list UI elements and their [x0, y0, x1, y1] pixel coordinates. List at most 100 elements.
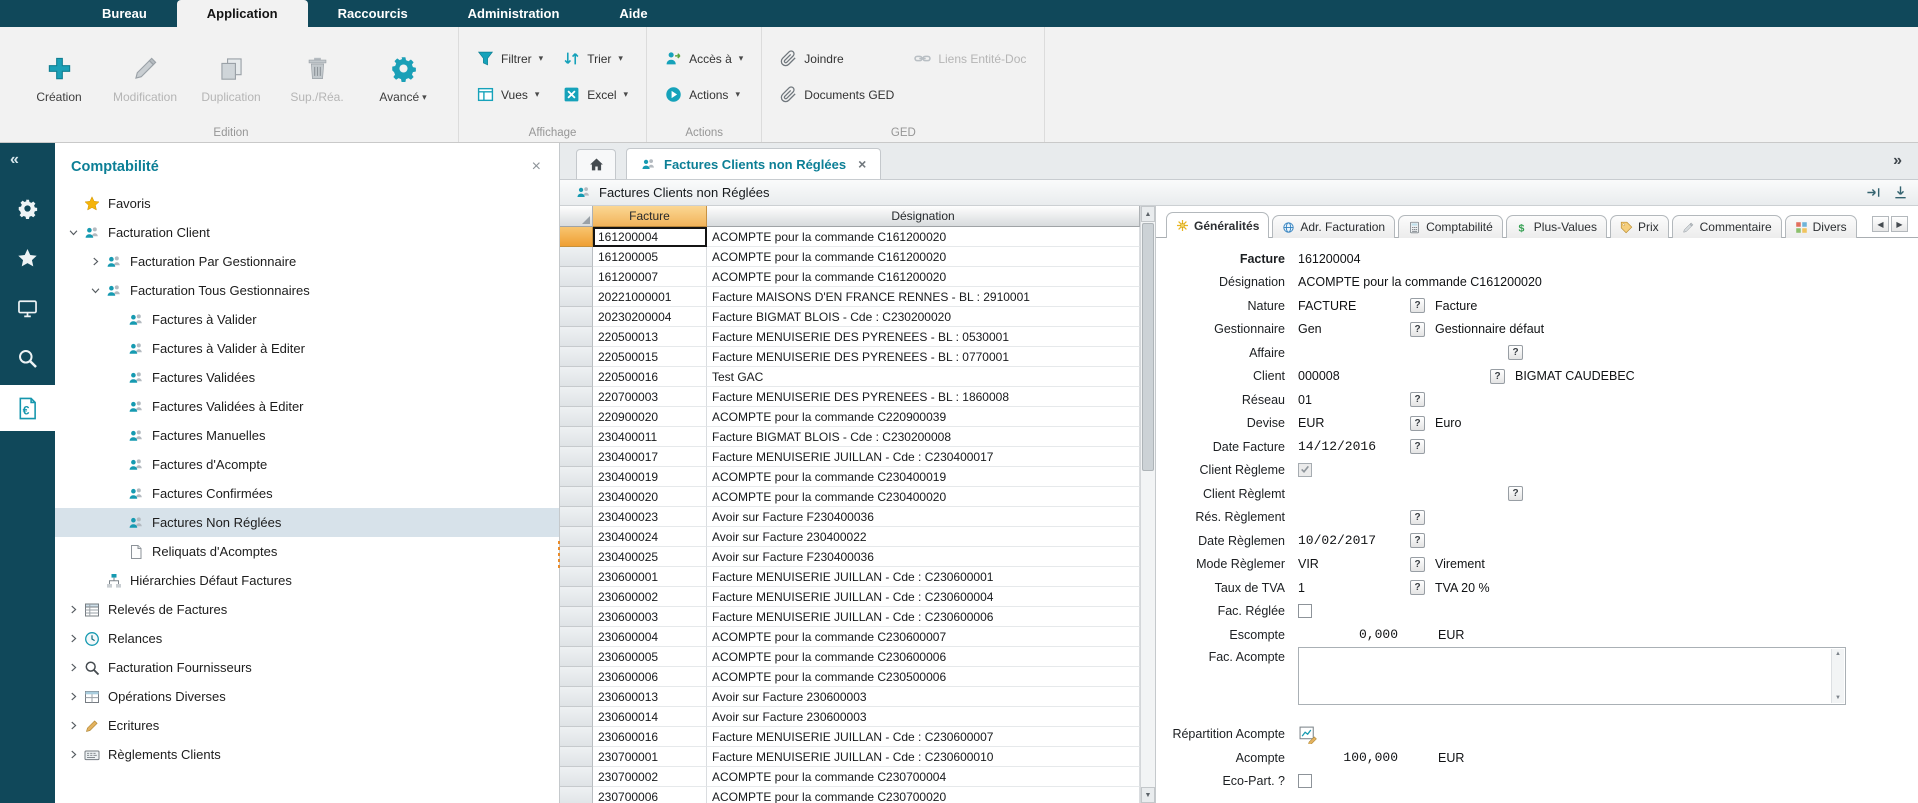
- table-row[interactable]: 230600013Avoir sur Facture 230600003: [560, 687, 1140, 707]
- facture-cell[interactable]: 230400020: [593, 487, 707, 507]
- table-row[interactable]: 230600014Avoir sur Facture 230600003: [560, 707, 1140, 727]
- designation-cell[interactable]: ACOMPTE pour la commande C230600007: [707, 627, 1140, 647]
- field-value[interactable]: 0,000: [1298, 627, 1398, 642]
- row-header-cell[interactable]: [560, 267, 593, 287]
- help-button[interactable]: ?: [1410, 533, 1425, 548]
- table-row[interactable]: 220700003Facture MENUISERIE DES PYRENEES…: [560, 387, 1140, 407]
- designation-cell[interactable]: ACOMPTE pour la commande C230400020: [707, 487, 1140, 507]
- table-row[interactable]: 220500016Test GAC: [560, 367, 1140, 387]
- designation-cell[interactable]: ACOMPTE pour la commande C161200020: [707, 267, 1140, 287]
- documents-ged-button[interactable]: Documents GED: [780, 84, 894, 106]
- row-header-cell[interactable]: [560, 547, 593, 567]
- table-row[interactable]: 230600002Facture MENUISERIE JUILLAN - Cd…: [560, 587, 1140, 607]
- table-row[interactable]: 220500013Facture MENUISERIE DES PYRENEES…: [560, 327, 1140, 347]
- row-header-cell[interactable]: [560, 507, 593, 527]
- row-header-cell[interactable]: [560, 447, 593, 467]
- duplication-button[interactable]: Duplication: [188, 49, 274, 104]
- table-row[interactable]: 230600016Facture MENUISERIE JUILLAN - Cd…: [560, 727, 1140, 747]
- tab-prix[interactable]: Prix: [1610, 215, 1669, 238]
- designation-cell[interactable]: ACOMPTE pour la commande C161200020: [707, 247, 1140, 267]
- excel-button[interactable]: Excel▾: [563, 84, 628, 106]
- designation-cell[interactable]: Facture MENUISERIE JUILLAN - Cde : C2306…: [707, 607, 1140, 627]
- help-button[interactable]: ?: [1410, 416, 1425, 431]
- favorites-button[interactable]: [0, 235, 55, 281]
- trier-button[interactable]: Trier▾: [563, 48, 628, 70]
- table-row[interactable]: 230700006ACOMPTE pour la commande C23070…: [560, 787, 1140, 803]
- tab-comptabilite[interactable]: Comptabilité: [1398, 215, 1503, 238]
- facture-cell[interactable]: 230600004: [593, 627, 707, 647]
- joindre-button[interactable]: Joindre: [780, 48, 894, 70]
- row-header-cell[interactable]: [560, 467, 593, 487]
- facture-cell[interactable]: 230700001: [593, 747, 707, 767]
- search-button[interactable]: [0, 335, 55, 381]
- tab-divers[interactable]: Divers: [1785, 215, 1857, 238]
- vues-button[interactable]: Vues▾: [477, 84, 543, 106]
- facture-cell[interactable]: 230400017: [593, 447, 707, 467]
- table-row[interactable]: 230400019ACOMPTE pour la commande C23040…: [560, 467, 1140, 487]
- designation-cell[interactable]: Facture MENUISERIE DES PYRENEES - BL : 0…: [707, 347, 1140, 367]
- liens-entite-doc-button[interactable]: Liens Entité-Doc: [914, 48, 1026, 70]
- help-button[interactable]: ?: [1410, 439, 1425, 454]
- designation-cell[interactable]: Facture BIGMAT BLOIS - Cde : C230200008: [707, 427, 1140, 447]
- sidebar-item-factures-non-reglees[interactable]: Factures Non Réglées: [55, 508, 559, 537]
- scrollbar-track[interactable]: [1141, 222, 1155, 787]
- facture-cell[interactable]: 20230200004: [593, 307, 707, 327]
- table-row[interactable]: 20230200004Facture BIGMAT BLOIS - Cde : …: [560, 307, 1140, 327]
- field-value[interactable]: EUR: [1298, 416, 1398, 430]
- facture-cell[interactable]: 230600013: [593, 687, 707, 707]
- scrollbar-thumb[interactable]: [1142, 223, 1154, 471]
- column-header-designation[interactable]: Désignation: [707, 206, 1140, 227]
- sidebar-item-hierarchies-defaut-factures[interactable]: Hiérarchies Défaut Factures: [55, 566, 559, 595]
- facture-cell[interactable]: 230400025: [593, 547, 707, 567]
- sup-rea-button[interactable]: Sup./Réa.: [274, 49, 360, 104]
- facture-cell[interactable]: 230400019: [593, 467, 707, 487]
- sidebar-item-facturation-client[interactable]: Facturation Client: [55, 218, 559, 247]
- scroll-up-button[interactable]: ▲: [1141, 206, 1155, 222]
- row-header-cell[interactable]: [560, 587, 593, 607]
- facture-cell[interactable]: 220500015: [593, 347, 707, 367]
- modification-button[interactable]: Modification: [102, 49, 188, 104]
- row-header-cell[interactable]: [560, 367, 593, 387]
- field-value[interactable]: 14/12/2016: [1298, 439, 1398, 454]
- menu-application[interactable]: Application: [177, 0, 308, 27]
- row-header-cell[interactable]: [560, 307, 593, 327]
- designation-cell[interactable]: Facture MENUISERIE JUILLAN - Cde : C2306…: [707, 587, 1140, 607]
- sidebar-item-factures-d-acompte[interactable]: Factures d'Acompte: [55, 450, 559, 479]
- home-tab[interactable]: [576, 149, 616, 179]
- row-header-cell[interactable]: [560, 247, 593, 267]
- actions-button[interactable]: Actions▾: [665, 84, 743, 106]
- scroll-up-icon[interactable]: ▲: [1835, 651, 1841, 657]
- acces-a-button[interactable]: Accès à▾: [665, 48, 743, 70]
- table-row[interactable]: 220500015Facture MENUISERIE DES PYRENEES…: [560, 347, 1140, 367]
- facture-cell[interactable]: 230600006: [593, 667, 707, 687]
- sidebar-item-factures-manuelles[interactable]: Factures Manuelles: [55, 421, 559, 450]
- designation-cell[interactable]: Avoir sur Facture 230600003: [707, 687, 1140, 707]
- facture-cell[interactable]: 230600002: [593, 587, 707, 607]
- table-row[interactable]: 230400023Avoir sur Facture F230400036: [560, 507, 1140, 527]
- row-header-cell[interactable]: [560, 347, 593, 367]
- help-button[interactable]: ?: [1508, 345, 1523, 360]
- avance-button[interactable]: Avancé▾: [360, 49, 446, 104]
- row-header-cell[interactable]: [560, 387, 593, 407]
- row-header-cell[interactable]: [560, 407, 593, 427]
- sidebar-item-factures-a-valider[interactable]: Factures à Valider: [55, 305, 559, 334]
- facture-cell[interactable]: 230400011: [593, 427, 707, 447]
- row-header-cell[interactable]: [560, 627, 593, 647]
- designation-cell[interactable]: ACOMPTE pour la commande C230600006: [707, 647, 1140, 667]
- designation-cell[interactable]: Facture MAISONS D'EN FRANCE RENNES - BL …: [707, 287, 1140, 307]
- designation-cell[interactable]: Test GAC: [707, 367, 1140, 387]
- table-row[interactable]: 20221000001Facture MAISONS D'EN FRANCE R…: [560, 287, 1140, 307]
- designation-cell[interactable]: ACOMPTE pour la commande C161200020: [707, 227, 1140, 247]
- facture-cell[interactable]: 220700003: [593, 387, 707, 407]
- sidebar-item-factures-confirmees[interactable]: Factures Confirmées: [55, 479, 559, 508]
- chevron-right-icon[interactable]: [65, 633, 82, 644]
- facture-cell[interactable]: 230700002: [593, 767, 707, 787]
- export-download-icon[interactable]: [1893, 185, 1908, 200]
- table-row[interactable]: 230400011Facture BIGMAT BLOIS - Cde : C2…: [560, 427, 1140, 447]
- acompte-textarea[interactable]: ▲▼: [1298, 647, 1846, 705]
- row-header-cell[interactable]: [560, 707, 593, 727]
- table-row[interactable]: 220900020ACOMPTE pour la commande C22090…: [560, 407, 1140, 427]
- facture-cell[interactable]: 230400024: [593, 527, 707, 547]
- checkbox-client-regleme[interactable]: [1298, 463, 1312, 477]
- column-header-facture[interactable]: Facture: [593, 206, 707, 227]
